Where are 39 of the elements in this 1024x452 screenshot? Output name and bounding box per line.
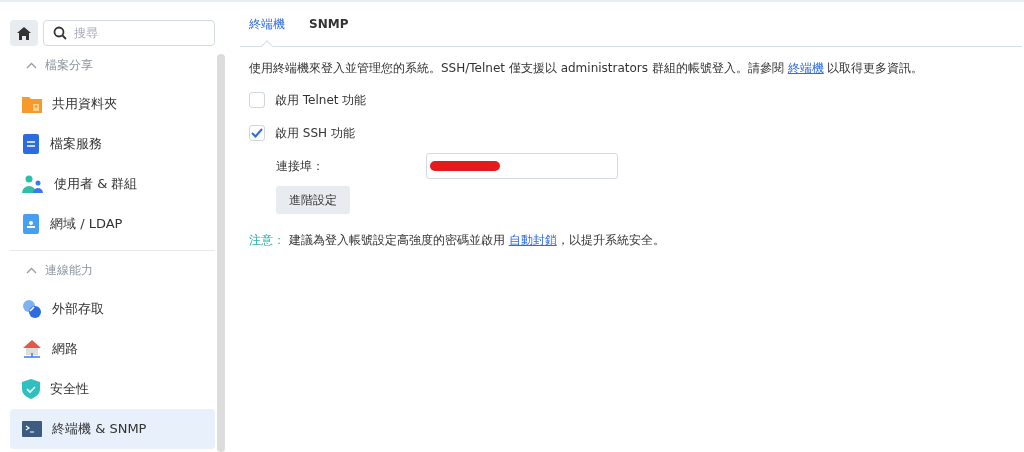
home-button[interactable]: [10, 20, 38, 46]
help-link[interactable]: 自動封鎖: [508, 233, 557, 247]
note-label: 注意：: [249, 233, 285, 247]
sidebar-item[interactable]: 安全性: [10, 369, 215, 409]
checkbox[interactable]: [249, 92, 265, 108]
contact-card-icon: [22, 214, 40, 234]
search-field[interactable]: 搜尋: [43, 20, 215, 46]
section-title: 連線能力: [45, 261, 93, 279]
sidebar-item[interactable]: 網路: [10, 329, 215, 369]
port-label: 連接埠：: [276, 157, 325, 175]
sidebar-item[interactable]: 終端機 & SNMP: [10, 409, 215, 449]
sidebar-item[interactable]: 網域 / LDAP: [10, 204, 215, 244]
home-icon: [17, 26, 31, 40]
help-link[interactable]: 終端機: [787, 61, 824, 75]
folder-icon: [22, 95, 42, 113]
checkbox[interactable]: [249, 125, 265, 141]
port-field[interactable]: [426, 153, 618, 179]
sidebar-item[interactable]: 使用者 & 群組: [10, 164, 215, 204]
terminal-icon: [22, 421, 42, 437]
sidebar-item[interactable]: 外部存取: [10, 289, 215, 329]
advanced-settings-button[interactable]: 進階設定: [276, 186, 350, 214]
sidebar-item[interactable]: 共用資料夾: [10, 84, 215, 124]
link-icon: [22, 299, 42, 319]
chevron-up-icon[interactable]: [26, 266, 37, 274]
shield-icon: [22, 379, 40, 399]
search-icon: [53, 26, 67, 40]
section-title: 檔案分享: [45, 56, 93, 74]
house-icon: [22, 339, 42, 359]
users-icon: [22, 175, 44, 193]
file-icon: [22, 134, 40, 154]
checkmark-icon: [251, 128, 263, 138]
scrollbar[interactable]: [217, 54, 225, 452]
chevron-up-icon[interactable]: [26, 61, 37, 69]
checkbox-label: 啟用 Telnet 功能: [275, 91, 367, 109]
sidebar-item[interactable]: 檔案服務: [10, 124, 215, 164]
checkbox-label: 啟用 SSH 功能: [275, 124, 355, 142]
intro-text: 使用終端機來登入並管理您的系統。SSH/Telnet 僅支援以 administrators 群組的帳號登入。請參閱 終端機 以取得更多資訊。: [249, 60, 925, 77]
note-text: 建議為登入帳號設定高強度的密碼並啟用 自動封鎖，以提升系統安全。: [288, 233, 665, 247]
tab[interactable]: SNMP: [309, 2, 349, 46]
